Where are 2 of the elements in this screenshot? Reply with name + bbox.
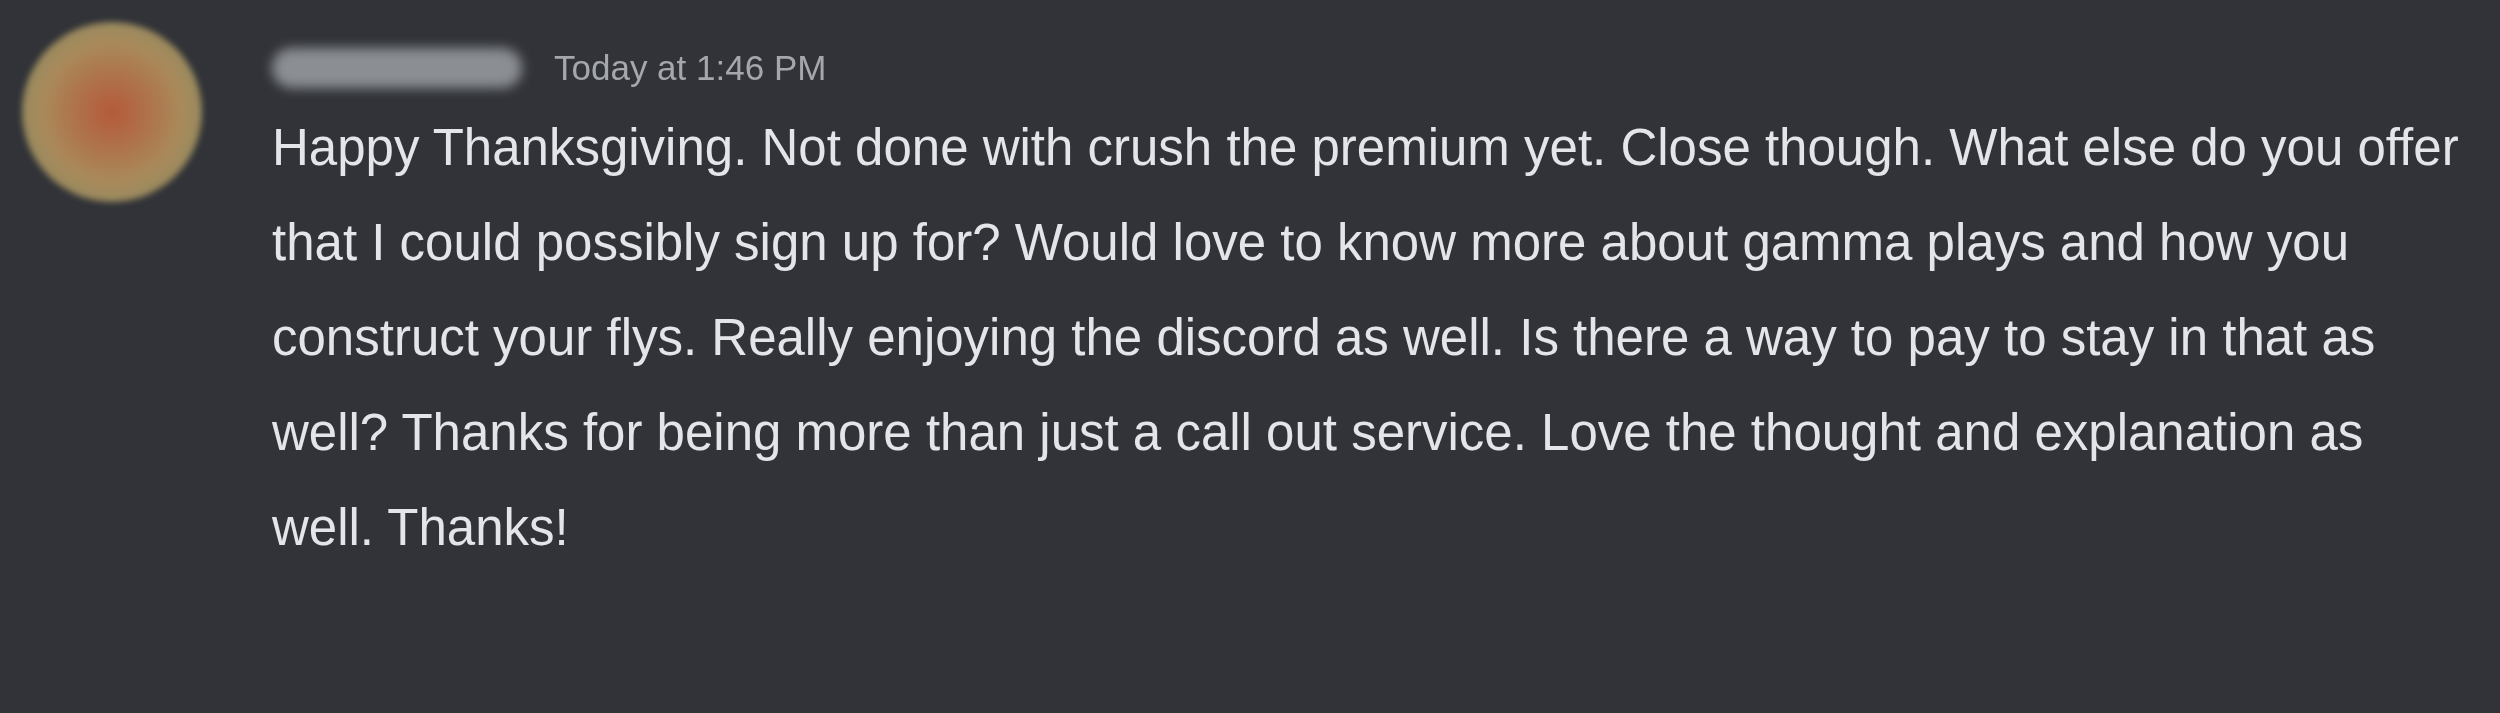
message-text: Happy Thanksgiving. Not done with crush the premium yet. Close though. What else do you offer that I could possibly sign up for? Would love to know more about gamma plays and how you construct your flys. Really enjoying the discord as well. Is there a way to pay to stay in that as well? Thanks for being more than just a call out service. Love the thought and explanation as well. Thanks! [272,118,2460,558]
timestamp: Today at 1:46 PM [554,46,827,89]
